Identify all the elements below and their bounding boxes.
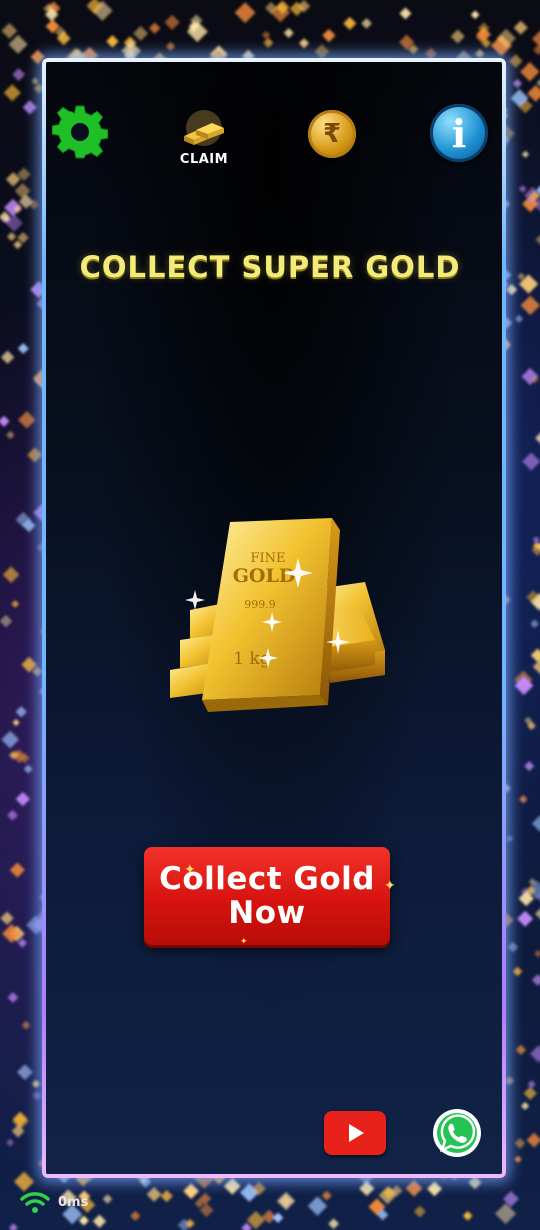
gold-bar-brand-text: GOLD: [233, 565, 296, 587]
gold-bars-illustration: FINE GOLD 999.9 1 kg: [170, 518, 385, 712]
app-screen: CLAIM ₹ i COLLECT SUPER GOLD FINE GOLD 9…: [0, 0, 540, 1230]
youtube-play-icon: [349, 1124, 364, 1142]
wifi-icon: [20, 1192, 50, 1213]
gold-bar-fine-text: FINE: [250, 551, 285, 566]
sparkle-icon: ✦: [184, 862, 197, 878]
rupee-coin-icon: ₹: [322, 119, 342, 149]
wallet-coin-button[interactable]: ₹: [308, 110, 356, 158]
youtube-button[interactable]: [324, 1111, 386, 1155]
whatsapp-icon: [433, 1109, 481, 1157]
sparkle-icon: ✦: [240, 937, 249, 947]
page-title: COLLECT SUPER GOLD: [79, 250, 461, 284]
gear-icon: [52, 105, 108, 159]
info-icon: i: [451, 110, 467, 156]
collect-gold-button[interactable]: Collect Gold Now ✦ ✦ ✦: [144, 847, 396, 947]
settings-button[interactable]: [52, 104, 108, 160]
whatsapp-button[interactable]: [432, 1108, 482, 1158]
latency-label: 0ms: [58, 1194, 89, 1210]
gold-bar-purity-text: 999.9: [244, 598, 276, 611]
sparkle-icon: ✦: [384, 878, 397, 894]
network-status: 0ms: [20, 1190, 88, 1214]
gold-bars-icon: [184, 109, 224, 146]
claim-label: CLAIM: [179, 151, 229, 167]
claim-button[interactable]: CLAIM: [176, 106, 232, 170]
info-button[interactable]: i: [430, 104, 488, 162]
